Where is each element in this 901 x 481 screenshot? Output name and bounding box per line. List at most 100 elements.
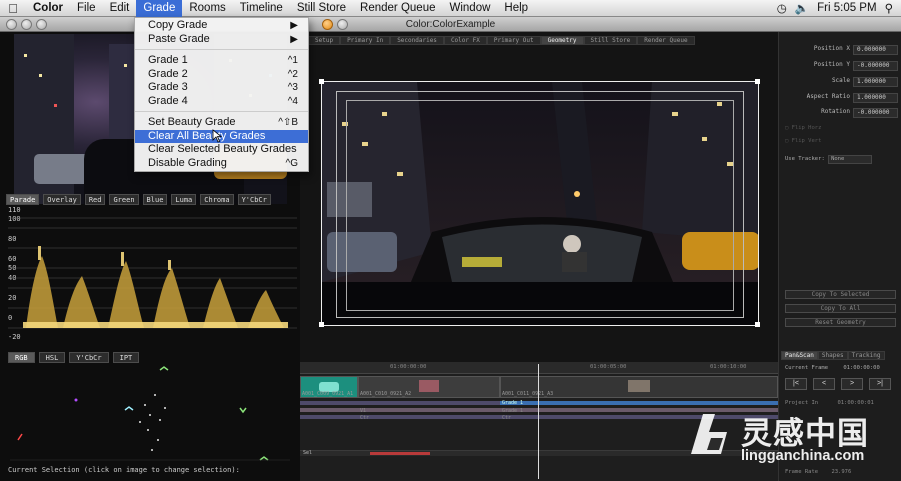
tab-green[interactable]: Green	[109, 194, 139, 205]
tab-blue[interactable]: Blue	[142, 194, 168, 205]
flip-vertical-label: Flip Vert	[791, 138, 822, 144]
menu-item-copy-grade[interactable]: Copy Grade ▶	[135, 19, 308, 33]
tab-shapes[interactable]: Shapes	[817, 351, 848, 360]
geometry-viewer[interactable]	[321, 81, 759, 326]
param-label: Scale	[831, 77, 850, 84]
current-frame-value: 01:00:00:00	[843, 365, 880, 371]
apple-icon[interactable]: 	[0, 1, 26, 16]
tab-chroma[interactable]: Chroma	[200, 194, 234, 205]
playhead[interactable]	[538, 364, 539, 479]
menu-help[interactable]: Help	[497, 0, 535, 17]
waveform-scope	[8, 217, 297, 329]
param-aspect-ratio: Aspect Ratio 1.000000	[779, 93, 901, 105]
param-position-y: Position Y -0.000000	[779, 61, 901, 73]
go-to-start-button[interactable]: |<	[785, 378, 807, 390]
menu-item-grade-2[interactable]: Grade 2 ^2	[135, 68, 308, 82]
menu-rooms[interactable]: Rooms	[182, 0, 232, 17]
tab-color-fx[interactable]: Color FX	[443, 36, 487, 45]
use-tracker-select[interactable]: None	[828, 155, 873, 164]
menu-timeline[interactable]: Timeline	[233, 0, 290, 17]
tab-luma[interactable]: Luma	[171, 194, 197, 205]
menu-item-paste-grade[interactable]: Paste Grade ▶	[135, 33, 308, 47]
grade-bar[interactable]	[300, 401, 500, 405]
copy-to-all-button[interactable]: Copy To All	[785, 304, 896, 313]
menu-file[interactable]: File	[70, 0, 103, 17]
param-value-field[interactable]: -0.000000	[853, 108, 898, 118]
menu-item-grade-3[interactable]: Grade 3 ^3	[135, 81, 308, 95]
tab-primary-in[interactable]: Primary In	[340, 36, 391, 45]
transform-handle-tl[interactable]	[319, 79, 324, 84]
reset-geometry-button[interactable]: Reset Geometry	[785, 318, 896, 327]
tab-secondaries[interactable]: Secondaries	[390, 36, 444, 45]
menu-clock[interactable]: Fri 5:05 PM	[817, 2, 876, 14]
menu-item-label: Grade 3	[148, 81, 188, 93]
tab-parade[interactable]: Parade	[6, 194, 40, 205]
flip-horizontal-checkbox[interactable]: ▢ Flip Horz	[785, 125, 821, 131]
menu-item-grade-4[interactable]: Grade 4 ^4	[135, 95, 308, 109]
clip-label: A001_C010_0921_A2	[360, 391, 412, 397]
menu-still-store[interactable]: Still Store	[290, 0, 353, 17]
spotlight-icon[interactable]: ⚲	[885, 1, 893, 15]
param-label: Position Y	[813, 61, 850, 68]
menu-render-queue[interactable]: Render Queue	[353, 0, 442, 17]
tab-geometry[interactable]: Geometry	[540, 36, 584, 45]
param-value-field[interactable]: 1.000000	[853, 77, 898, 87]
param-value-field[interactable]: 0.000000	[853, 45, 898, 55]
menu-shortcut: ^1	[287, 55, 298, 66]
menu-color[interactable]: Color	[26, 0, 70, 17]
param-label: Aspect Ratio	[806, 93, 850, 100]
tab-pan-scan[interactable]: Pan&Scan	[781, 351, 818, 360]
viewer-minimize-icon[interactable]	[337, 19, 348, 30]
tab-primary-out[interactable]: Primary Out	[486, 36, 541, 45]
step-back-button[interactable]: <	[813, 378, 835, 390]
timecode-ruler[interactable]: 01:00:00:00 01:00:05:00 01:00:10:00	[300, 362, 778, 374]
tab-ycbcr[interactable]: Y'CbCr	[237, 194, 271, 205]
menu-item-label: Paste Grade	[148, 32, 210, 45]
param-label: Position X	[813, 45, 850, 52]
transform-handle-bl[interactable]	[319, 322, 324, 327]
transform-handle-br[interactable]	[755, 322, 760, 327]
tab-red[interactable]: Red	[84, 194, 106, 205]
current-frame-row: Current Frame 01:00:00:00	[785, 365, 880, 371]
param-position-x: Position X 0.000000	[779, 45, 901, 57]
clip-thumbnail	[628, 380, 650, 392]
close-icon[interactable]	[6, 19, 17, 30]
minimize-icon[interactable]	[21, 19, 32, 30]
tab-still-store[interactable]: Still Store	[583, 36, 638, 45]
tab-render-queue[interactable]: Render Queue	[637, 36, 695, 45]
menu-item-clear-selected-beauty-grades[interactable]: Clear Selected Beauty Grades	[135, 143, 308, 157]
menu-item-disable-grading[interactable]: Disable Grading ^G	[135, 157, 308, 171]
flip-vertical-checkbox[interactable]: ▢ Flip Vert	[785, 138, 821, 144]
track-label: Ctr	[360, 415, 370, 421]
tab-tracking[interactable]: Tracking	[847, 351, 885, 360]
zoom-icon[interactable]	[36, 19, 47, 30]
tab-overlay[interactable]: Overlay	[43, 194, 81, 205]
menu-grade[interactable]: Grade	[136, 0, 183, 17]
menu-item-set-beauty-grade[interactable]: Set Beauty Grade ^⇧B	[135, 116, 308, 130]
watermark: 灵感中国 lingganchina.com	[681, 404, 896, 474]
submenu-arrow-icon: ▶	[290, 20, 298, 31]
param-value-field[interactable]: 1.000000	[853, 93, 898, 103]
scroll-thumb[interactable]	[370, 452, 430, 455]
param-scale: Scale 1.000000	[779, 77, 901, 89]
step-forward-button[interactable]: >	[841, 378, 863, 390]
go-to-end-button[interactable]: >|	[869, 378, 891, 390]
y-tick-110: 110	[8, 206, 21, 214]
menu-shortcut: ^3	[287, 82, 298, 93]
volume-icon[interactable]: 🔈	[795, 1, 809, 15]
menu-item-grade-1[interactable]: Grade 1 ^1	[135, 54, 308, 68]
menu-edit[interactable]: Edit	[103, 0, 137, 17]
tab-setup[interactable]: Setup	[308, 36, 341, 45]
viewer-close-icon[interactable]	[322, 19, 333, 30]
menu-bar:  Color File Edit Grade Rooms Timeline S…	[0, 0, 901, 17]
menu-item-label: Disable Grading	[148, 156, 227, 169]
menu-shortcut: ^⇧B	[278, 117, 298, 128]
track-label: V1	[360, 408, 367, 414]
waveform-tabs: Parade Overlay Red Green Blue Luma Chrom…	[6, 194, 271, 205]
param-value-field[interactable]: -0.000000	[853, 61, 898, 71]
track-label: Grade 1	[502, 408, 524, 414]
menu-window[interactable]: Window	[443, 0, 498, 17]
transform-handle-tr[interactable]	[755, 79, 760, 84]
copy-to-selected-button[interactable]: Copy To Selected	[785, 290, 896, 299]
time-machine-icon[interactable]: ◷	[777, 1, 787, 15]
